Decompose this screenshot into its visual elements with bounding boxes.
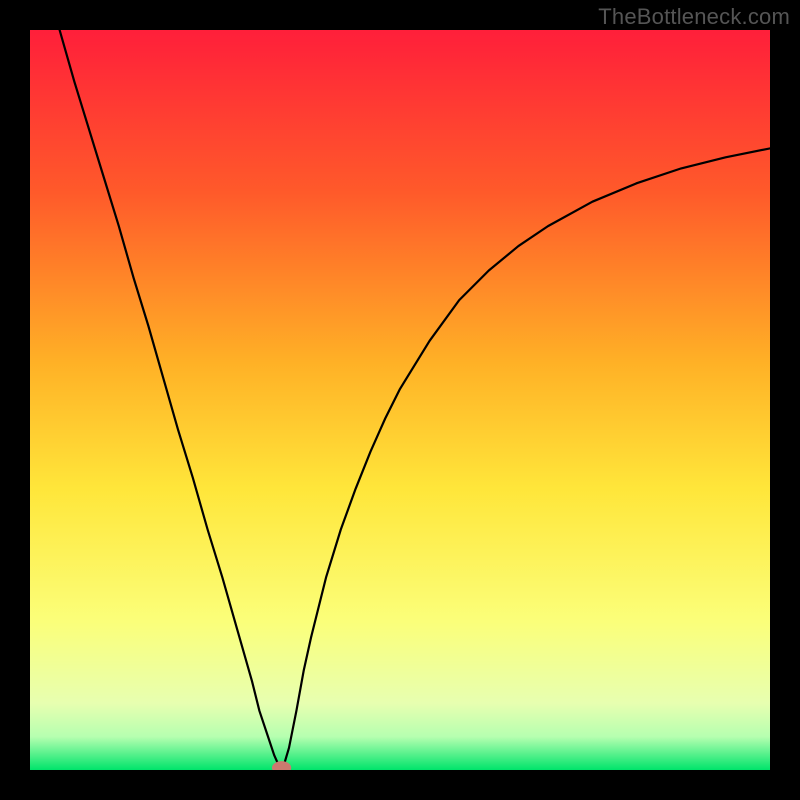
plot-background [30, 30, 770, 770]
chart-frame: TheBottleneck.com [0, 0, 800, 800]
watermark-text: TheBottleneck.com [598, 4, 790, 30]
chart-plot [30, 30, 770, 770]
